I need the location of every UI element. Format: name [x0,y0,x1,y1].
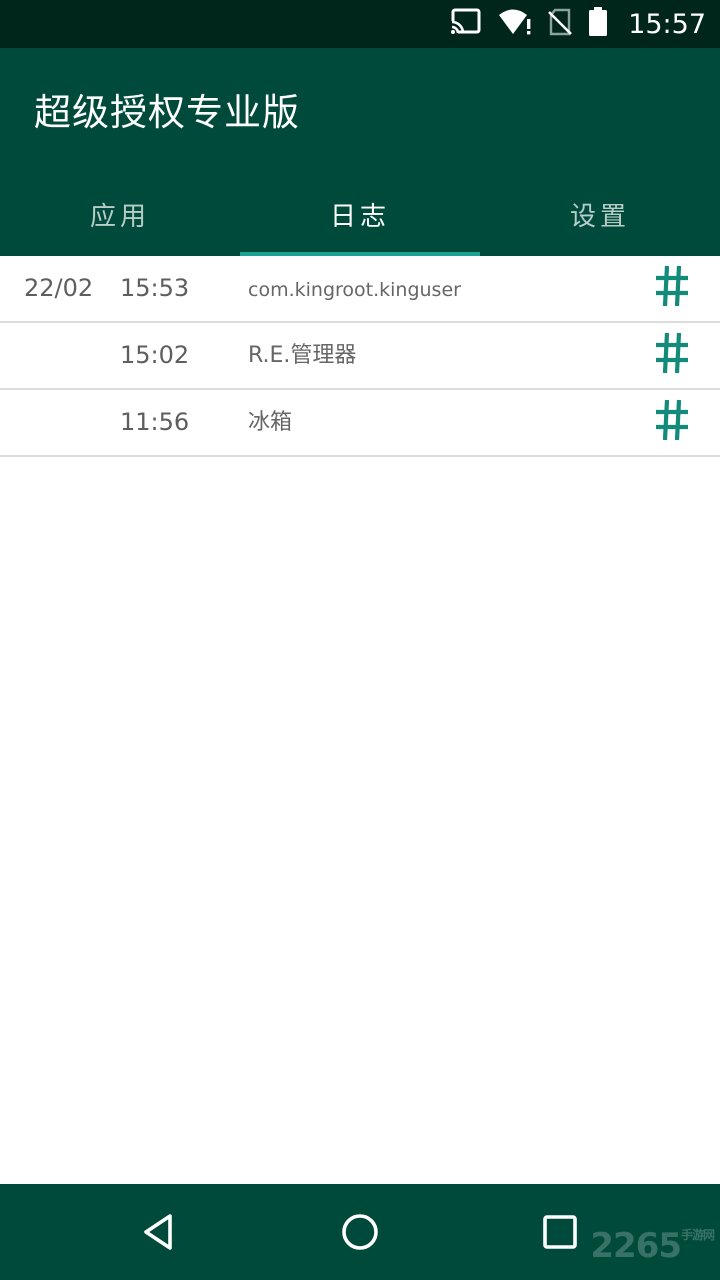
log-row[interactable]: 15:02 R.E.管理器 [0,323,720,390]
app-title: 超级授权专业版 [34,91,300,134]
log-list: 22/02 15:53 com.kingroot.kinguser 15:02 … [0,256,720,457]
status-time: 15:57 [628,8,706,40]
no-sim-icon [548,8,573,40]
log-app-name: com.kingroot.kinguser [248,279,461,301]
tab-bar: 应用 日志 设置 [0,172,720,256]
battery-icon [588,7,608,41]
watermark-text: 2265 [590,1226,682,1266]
tab-logs[interactable]: 日志 [240,172,480,256]
wifi-alert-icon [498,8,532,40]
status-bar: 15:57 [0,0,720,48]
log-time: 15:53 [120,274,190,302]
back-icon[interactable] [136,1208,184,1256]
hash-icon [654,396,690,444]
log-time: 15:02 [120,341,190,369]
tab-settings[interactable]: 设置 [480,172,720,256]
log-app-name: 冰箱 [248,410,293,435]
recents-icon[interactable] [536,1208,584,1256]
log-date: 22/02 [24,274,94,302]
tab-apps[interactable]: 应用 [0,172,240,256]
watermark-sub: 手游网 [680,1228,715,1242]
cast-icon [450,8,482,40]
system-nav-bar: 2265手游网 [0,1184,720,1280]
log-time: 11:56 [120,408,190,436]
log-row[interactable]: 11:56 冰箱 [0,390,720,457]
watermark-logo: 2265手游网 [590,1226,715,1266]
home-icon[interactable] [336,1208,384,1256]
hash-icon [654,329,690,377]
log-app-name: R.E.管理器 [248,343,357,368]
status-icons: 15:57 [450,0,706,48]
log-row[interactable]: 22/02 15:53 com.kingroot.kinguser [0,256,720,323]
app-bar: 超级授权专业版 应用 日志 设置 [0,48,720,256]
hash-icon [654,262,690,310]
